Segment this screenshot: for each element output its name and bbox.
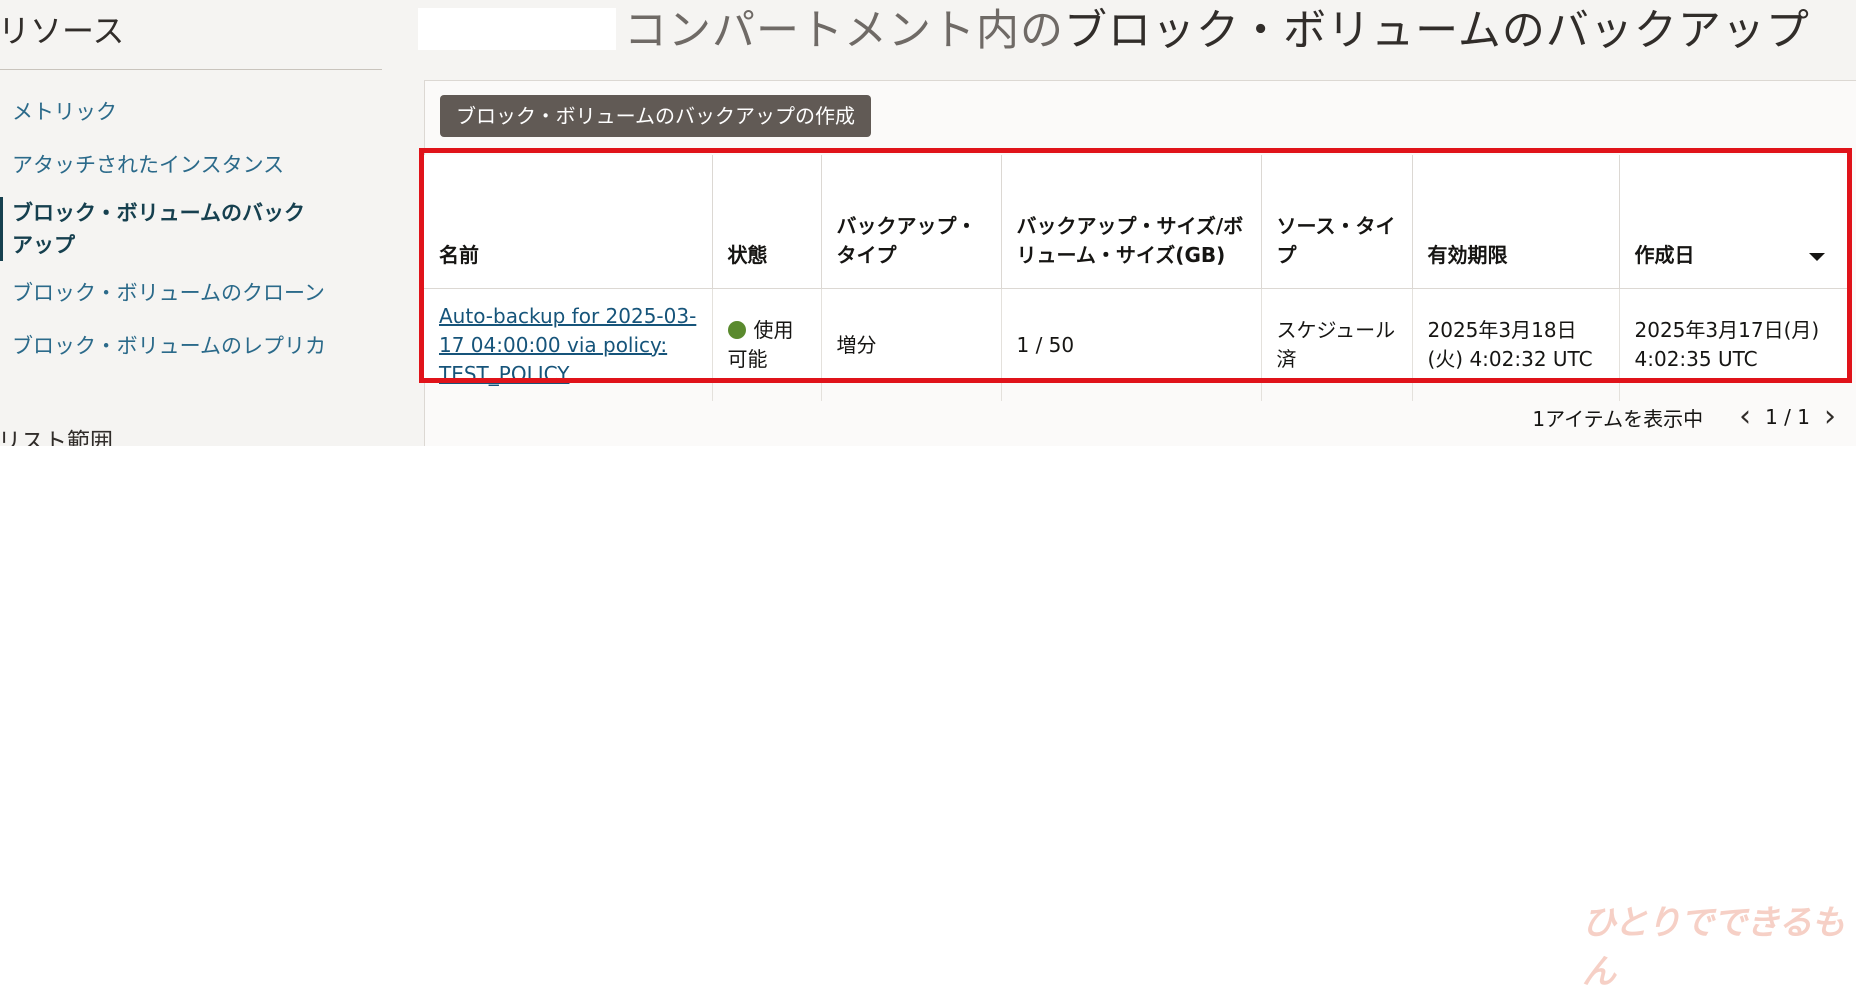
column-header-size: バックアップ・サイズ/ボリューム・サイズ(GB) xyxy=(1001,155,1262,289)
chevron-right-icon[interactable]: › xyxy=(1816,402,1844,432)
resources-title: リソース xyxy=(0,12,125,50)
page-title-prefix: コンパートメント内の xyxy=(624,6,1064,56)
status-available-icon xyxy=(727,321,746,339)
column-header-source-type: ソース・タイプ xyxy=(1261,155,1413,289)
size-cell: 1 / 50 xyxy=(1001,288,1262,401)
pagination: 1アイテムを表示中 ‹ 1 / 1 › xyxy=(1532,402,1844,432)
sidebar-item-block-volume-replicas[interactable]: ブロック・ボリュームのレプリカ xyxy=(0,330,360,362)
sort-descending-icon[interactable] xyxy=(1809,252,1826,261)
column-header-created-label: 作成日 xyxy=(1634,243,1695,267)
column-header-expiration: 有効期限 xyxy=(1412,155,1620,289)
backups-table: 名前 状態 バックアップ・タイプ バックアップ・サイズ/ボリューム・サイズ(GB… xyxy=(424,155,1848,401)
backup-name-link[interactable]: Auto-backup for 2025-03-17 04:00:00 via … xyxy=(439,304,696,386)
sidebar-item-metrics[interactable]: メトリック xyxy=(0,96,360,128)
list-scope-title: リスト範囲 xyxy=(0,429,113,446)
pagination-page: 1 / 1 xyxy=(1765,405,1810,429)
table-row: Auto-backup for 2025-03-17 04:00:00 via … xyxy=(424,288,1848,401)
watermark-logo: ひとりでできるもん xyxy=(1582,903,1845,992)
resources-divider xyxy=(0,69,382,70)
column-header-backup-type: バックアップ・タイプ xyxy=(821,155,1002,289)
chevron-left-icon[interactable]: ‹ xyxy=(1731,402,1759,432)
redacted-compartment-name xyxy=(418,8,616,50)
table-header-row: 名前 状態 バックアップ・タイプ バックアップ・サイズ/ボリューム・サイズ(GB… xyxy=(424,155,1848,289)
page-title-main: ブロック・ボリュームのバックアップ xyxy=(1064,6,1810,56)
sidebar-item-block-volume-backups[interactable]: ブロック・ボリュームのバックアップ xyxy=(0,197,324,261)
source-type-cell: スケジュール済 xyxy=(1261,288,1413,401)
column-header-created[interactable]: 作成日 xyxy=(1619,155,1848,289)
expiration-cell: 2025年3月18日(火) 4:02:32 UTC xyxy=(1412,288,1620,401)
status-cell: 使用可能 xyxy=(712,288,822,401)
page-title: コンパートメント内のブロック・ボリュームのバックアップ xyxy=(624,0,1810,58)
column-header-name: 名前 xyxy=(424,155,713,289)
sidebar-item-block-volume-clones[interactable]: ブロック・ボリュームのクローン xyxy=(0,277,360,309)
backup-type-cell: 増分 xyxy=(821,288,1002,401)
resources-nav: メトリック アタッチされたインスタンス ブロック・ボリュームのバックアップ ブロ… xyxy=(0,96,360,362)
created-cell: 2025年3月17日(月) 4:02:35 UTC xyxy=(1634,318,1820,371)
sidebar-item-attached-instances[interactable]: アタッチされたインスタンス xyxy=(0,149,360,181)
pagination-summary: 1アイテムを表示中 xyxy=(1532,406,1704,431)
console-screen: リソース メトリック アタッチされたインスタンス ブロック・ボリュームのバックア… xyxy=(0,0,1856,446)
create-backup-button[interactable]: ブロック・ボリュームのバックアップの作成 xyxy=(440,95,871,137)
column-header-status: 状態 xyxy=(712,155,822,289)
